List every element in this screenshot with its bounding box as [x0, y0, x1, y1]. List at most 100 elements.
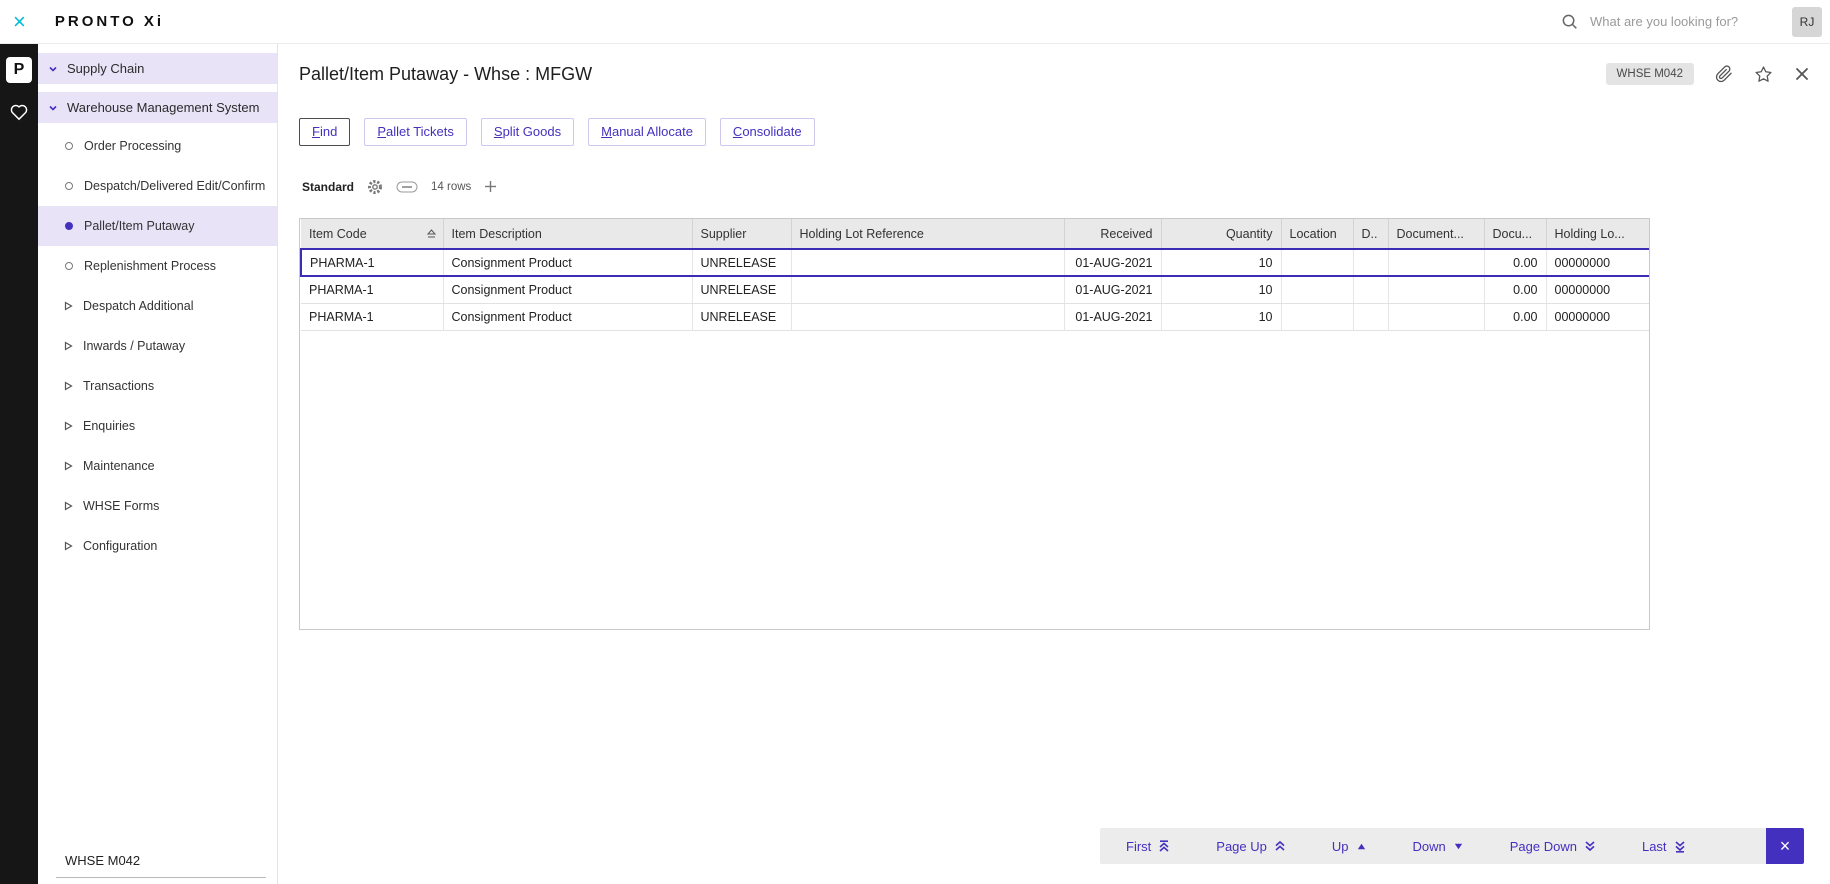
column-header-item-description[interactable]: Item Description [443, 219, 693, 250]
column-header-label: Holding Lo... [1554, 226, 1625, 241]
nav-down-button[interactable]: Down [1413, 839, 1464, 854]
column-header-holding-lot-reference[interactable]: Holding Lot Reference [791, 219, 1065, 250]
cell-location[interactable] [1281, 276, 1354, 304]
triangle-right-icon [64, 301, 73, 311]
tab-split-goods[interactable]: Split Goods [480, 118, 575, 146]
nav-first-button[interactable]: First [1126, 839, 1170, 854]
cell-docu[interactable]: 0.00 [1484, 303, 1547, 331]
column-header-supplier[interactable]: Supplier [692, 219, 792, 250]
plus-button[interactable] [484, 180, 497, 193]
cell-received[interactable]: 01-AUG-2021 [1064, 248, 1162, 277]
column-header-label: Quantity [1225, 226, 1273, 241]
sidebar-group-transactions[interactable]: Transactions [38, 366, 277, 406]
cell-document[interactable] [1388, 276, 1485, 304]
cell-document[interactable] [1388, 248, 1485, 277]
sidebar-item-despatch-delivered-edit-confirm[interactable]: Despatch/Delivered Edit/Confirm [38, 166, 277, 206]
cell-d[interactable] [1353, 303, 1389, 331]
sidebar-group-configuration[interactable]: Configuration [38, 526, 277, 566]
sidebar-group-despatch-additional[interactable]: Despatch Additional [38, 286, 277, 326]
favorite-star-icon[interactable] [1754, 65, 1773, 84]
tab-find[interactable]: Find [299, 118, 351, 146]
search-icon[interactable] [1561, 13, 1578, 30]
close-icon-teal[interactable]: × [13, 10, 26, 33]
page-title: Pallet/Item Putaway - Whse : MFGW [299, 63, 593, 84]
close-screen-icon[interactable] [1794, 66, 1810, 82]
cell-quantity[interactable]: 10 [1161, 276, 1282, 304]
global-search-input[interactable] [1590, 14, 1780, 29]
cell-received[interactable]: 01-AUG-2021 [1064, 276, 1162, 304]
column-header-holding-lo[interactable]: Holding Lo... [1546, 219, 1649, 250]
cell-docu[interactable]: 0.00 [1484, 248, 1547, 277]
gear-icon[interactable] [367, 179, 383, 195]
tab-consolidate[interactable]: Consolidate [719, 118, 815, 146]
column-header-quantity[interactable]: Quantity [1161, 219, 1282, 250]
cell-location[interactable] [1281, 303, 1354, 331]
sidebar-item-list: Order Processing Despatch/Delivered Edit… [38, 126, 277, 566]
cell-item-description[interactable]: Consignment Product [443, 276, 693, 304]
sidebar-group-whse-forms[interactable]: WHSE Forms [38, 486, 277, 526]
tab-label: ind [319, 124, 338, 139]
cell-holding-lo[interactable]: 00000000 [1546, 248, 1649, 277]
cell-holding-lo[interactable]: 00000000 [1546, 303, 1649, 331]
column-header-received[interactable]: Received [1064, 219, 1162, 250]
cell-document[interactable] [1388, 303, 1485, 331]
sidebar-section-warehouse-management[interactable]: Warehouse Management System [38, 92, 277, 123]
triangle-right-icon [64, 541, 73, 551]
triangle-right-icon [64, 381, 73, 391]
bullet-icon [65, 262, 73, 270]
cell-quantity[interactable]: 10 [1161, 303, 1282, 331]
sidebar-group-maintenance[interactable]: Maintenance [38, 446, 277, 486]
column-header-d[interactable]: D.. [1353, 219, 1389, 250]
cell-item-description[interactable]: Consignment Product [443, 303, 693, 331]
cell-holding-lot-reference[interactable] [791, 303, 1065, 331]
cell-item-code[interactable]: PHARMA-1 [300, 248, 444, 277]
sidebar-item-order-processing[interactable]: Order Processing [38, 126, 277, 166]
cell-location[interactable] [1281, 248, 1354, 277]
nav-page-up-button[interactable]: Page Up [1216, 839, 1286, 854]
cell-holding-lot-reference[interactable] [791, 276, 1065, 304]
minus-button[interactable] [396, 181, 418, 193]
table-row[interactable]: PHARMA-1 Consignment Product UNRELEASE 0… [300, 248, 1649, 277]
cell-docu[interactable]: 0.00 [1484, 276, 1547, 304]
sidebar-group-inwards-putaway[interactable]: Inwards / Putaway [38, 326, 277, 366]
nav-page-down-button[interactable]: Page Down [1510, 839, 1596, 854]
nav-close-button[interactable]: × [1766, 828, 1804, 864]
tab-pallet-tickets[interactable]: Pallet Tickets [364, 118, 467, 146]
user-avatar[interactable]: RJ [1792, 6, 1822, 37]
sidebar-section-label: Supply Chain [67, 61, 145, 76]
cell-d[interactable] [1353, 248, 1389, 277]
sidebar-item-replenishment-process[interactable]: Replenishment Process [38, 246, 277, 286]
column-header-document[interactable]: Document... [1388, 219, 1485, 250]
pronto-logo-icon[interactable]: P [6, 57, 32, 83]
attachment-paperclip-icon[interactable] [1715, 65, 1733, 83]
nav-up-button[interactable]: Up [1332, 839, 1367, 854]
cell-received[interactable]: 01-AUG-2021 [1064, 303, 1162, 331]
favorites-heart-icon[interactable] [9, 103, 29, 121]
cell-quantity[interactable]: 10 [1161, 248, 1282, 277]
sidebar-item-pallet-item-putaway[interactable]: Pallet/Item Putaway [38, 206, 277, 246]
column-header-item-code[interactable]: Item Code [301, 219, 444, 250]
triangle-right-icon [64, 501, 73, 511]
column-header-docu[interactable]: Docu... [1484, 219, 1547, 250]
cell-d[interactable] [1353, 276, 1389, 304]
sidebar-section-supply-chain[interactable]: Supply Chain [38, 53, 277, 84]
column-header-label: Received [1100, 226, 1153, 241]
main-header: Pallet/Item Putaway - Whse : MFGW WHSE M… [278, 44, 1830, 104]
nav-last-button[interactable]: Last [1642, 839, 1686, 854]
sidebar-group-enquiries[interactable]: Enquiries [38, 406, 277, 446]
tab-manual-allocate[interactable]: Manual Allocate [588, 118, 706, 146]
table-row[interactable]: PHARMA-1 Consignment Product UNRELEASE 0… [301, 303, 1649, 331]
cell-holding-lo[interactable]: 00000000 [1546, 276, 1649, 304]
cell-item-code[interactable]: PHARMA-1 [301, 276, 444, 304]
tab-mnemonic: P [377, 124, 386, 139]
cell-supplier[interactable]: UNRELEASE [692, 276, 792, 304]
sort-ascending-icon[interactable] [426, 228, 437, 239]
cell-supplier[interactable]: UNRELEASE [692, 303, 792, 331]
function-code-field[interactable]: WHSE M042 [56, 853, 266, 878]
column-header-location[interactable]: Location [1281, 219, 1354, 250]
cell-supplier[interactable]: UNRELEASE [692, 248, 792, 277]
table-row[interactable]: PHARMA-1 Consignment Product UNRELEASE 0… [301, 276, 1649, 304]
cell-item-code[interactable]: PHARMA-1 [301, 303, 444, 331]
cell-item-description[interactable]: Consignment Product [443, 248, 693, 277]
cell-holding-lot-reference[interactable] [791, 248, 1065, 277]
